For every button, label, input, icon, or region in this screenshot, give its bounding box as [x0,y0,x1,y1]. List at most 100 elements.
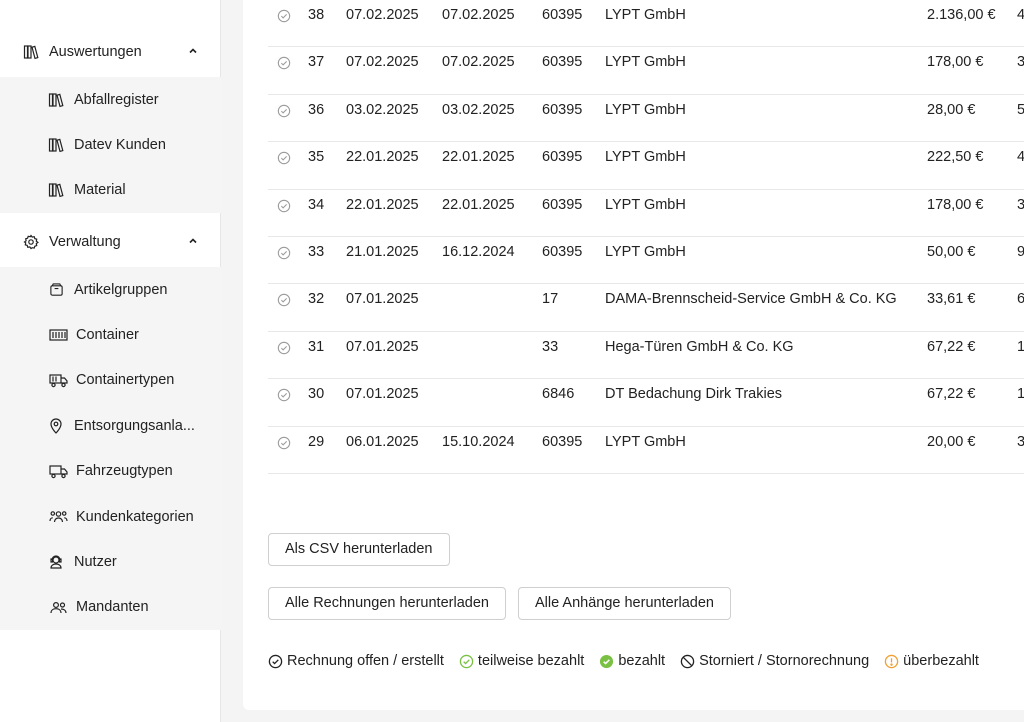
books-icon [47,136,65,154]
cell-name: LYPT GmbH [605,7,686,23]
cell-nr: 33 [308,244,325,260]
sidebar-item-mandanten[interactable]: Mandanten [0,585,221,630]
cell-extra: 3 [1017,433,1024,450]
cell-date2: 16.12.2024 [442,244,515,260]
sidebar-item-material[interactable]: Material [0,168,221,213]
table-row[interactable]: 30 07.01.2025 6846 DT Bedachung Dirk Trakie… [268,379,1024,427]
cell-amount: 20,00 € [927,433,976,450]
sidebar-item-artikelgruppen[interactable]: Artikelgruppen [0,267,221,312]
sidebar-item-datev-kunden[interactable]: Datev Kunden [0,122,221,167]
gear-icon [22,233,40,251]
legend-label: bezahlt [618,653,666,669]
cell-kdnr: 60395 [542,149,583,166]
status-open-icon [277,199,291,212]
cell-nr: 36 [308,101,325,118]
cell-kdnr: 60395 [542,244,583,260]
table-row[interactable]: 31 07.01.2025 33 Hega-Türen GmbH & Co. KG 67… [268,332,1024,380]
sidebar-group-verwaltung: Artikelgruppen Container Containertypen … [0,267,221,631]
legend-label: Rechnung offen / erstellt [287,653,444,669]
truck-icon [47,371,69,389]
status-open-icon [277,388,291,402]
sidebar-item-label: Artikelgruppen [74,281,168,298]
cell-name: LYPT GmbH [605,149,686,166]
status-open-icon [277,246,291,260]
books-icon [47,91,65,109]
cell-kdnr: 6846 [542,386,575,403]
download-all-attachments-button[interactable]: Alle Anhänge herunterladen [518,587,731,620]
sidebar-item-nutzer[interactable]: Nutzer [0,539,221,584]
cell-date2: 22.01.2025 [442,196,515,213]
table-row[interactable]: 33 21.01.2025 16.12.2024 60395 LYPT GmbH 50,0… [268,237,1024,285]
cell-name: LYPT GmbH [605,433,686,450]
cell-kdnr: 60395 [542,54,583,71]
cell-name: LYPT GmbH [605,244,686,260]
table-row[interactable]: 29 06.01.2025 15.10.2024 60395 LYPT GmbH 20,0… [268,427,1024,474]
legend-label: überbezahlt [903,653,979,669]
cell-amount: 50,00 € [927,244,976,260]
table-row[interactable]: 34 22.01.2025 22.01.2025 60395 LYPT GmbH 178,… [268,190,1024,237]
sidebar-item-label: Kundenkategorien [76,508,194,525]
cell-nr: 37 [308,54,325,71]
status-legend: Rechnung offen / erstellt teilweise beza… [268,651,994,671]
sidebar-item-label: Entsorgungsanla... [74,417,195,434]
cell-extra: 1 [1017,338,1024,355]
cell-date1: 07.02.2025 [346,54,419,71]
cell-nr: 31 [308,338,325,355]
cell-nr: 34 [308,196,325,213]
cell-date1: 07.02.2025 [346,7,419,23]
chevron-up-icon[interactable] [187,235,199,247]
sidebar-item-containertypen[interactable]: Containertypen [0,358,221,403]
cell-date1: 07.01.2025 [346,386,419,403]
csv-download-button[interactable]: Als CSV herunterladen [268,533,450,566]
cell-extra: 9 [1017,244,1024,260]
legend-cancelled: Storniert / Stornorechnung [680,653,869,669]
cell-amount: 222,50 € [927,149,984,166]
table-row[interactable]: 38 07.02.2025 07.02.2025 60395 LYPT GmbH 2.13… [268,0,1024,48]
cell-extra: 4 [1017,149,1024,166]
legend-label: Storniert / Stornorechnung [699,653,870,669]
users-group-icon [47,508,69,526]
sidebar-section-auswertungen[interactable]: Auswertungen [0,27,221,77]
status-open-icon [277,436,291,449]
cell-date2: 22.01.2025 [442,149,515,166]
table-row[interactable]: 36 03.02.2025 03.02.2025 60395 LYPT GmbH 28,0… [268,95,1024,143]
cell-extra: 4 [1017,7,1024,23]
cell-amount: 2.136,00 € [927,7,996,23]
cell-kdnr: 60395 [542,196,583,213]
cell-extra: 3 [1017,196,1024,213]
cell-name: LYPT GmbH [605,196,686,213]
cell-nr: 35 [308,149,325,166]
table-row[interactable]: 37 07.02.2025 07.02.2025 60395 LYPT GmbH 178,… [268,47,1024,95]
sidebar-item-fahrzeugtypen[interactable]: Fahrzeugtypen [0,449,221,494]
cell-kdnr: 17 [542,291,559,308]
legend-open: Rechnung offen / erstellt [268,653,444,669]
sidebar: Auswertungen Abfallregister Datev Kunden… [0,0,221,722]
download-all-invoices-button[interactable]: Alle Rechnungen herunterladen [268,587,506,620]
sidebar-item-label: Fahrzeugtypen [76,463,173,480]
cell-amount: 67,22 € [927,338,976,355]
table-row[interactable]: 32 07.01.2025 17 DAMA-Brennscheid-Service G… [268,284,1024,332]
status-open-icon [277,341,291,355]
status-open-icon [277,9,291,23]
sidebar-section-verwaltung[interactable]: Verwaltung [0,217,221,267]
invoice-panel: 38 07.02.2025 07.02.2025 60395 LYPT GmbH 2.13… [243,0,1024,710]
status-open-icon [277,57,291,70]
cell-name: LYPT GmbH [605,101,686,118]
cell-date1: 07.01.2025 [346,338,419,355]
status-open-icon [277,294,291,307]
sidebar-item-label: Datev Kunden [74,137,166,154]
legend-label: teilweise bezahlt [477,653,585,669]
cell-nr: 38 [308,7,325,23]
sidebar-item-entsorgungsanlagen[interactable]: Entsorgungsanla... [0,403,221,448]
sidebar-item-label: Material [74,182,126,199]
sidebar-item-label: Abfallregister [74,91,159,108]
chevron-up-icon[interactable] [187,45,199,57]
cell-date2: 07.02.2025 [442,54,515,71]
sidebar-item-kundenkategorien[interactable]: Kundenkategorien [0,494,221,539]
sidebar-item-container[interactable]: Container [0,312,221,357]
table-row[interactable]: 35 22.01.2025 22.01.2025 60395 LYPT GmbH 222,… [268,142,1024,190]
users-icon [47,598,69,616]
cell-amount: 67,22 € [927,386,976,403]
sidebar-item-abfallregister[interactable]: Abfallregister [0,77,221,122]
cell-kdnr: 33 [542,338,559,355]
